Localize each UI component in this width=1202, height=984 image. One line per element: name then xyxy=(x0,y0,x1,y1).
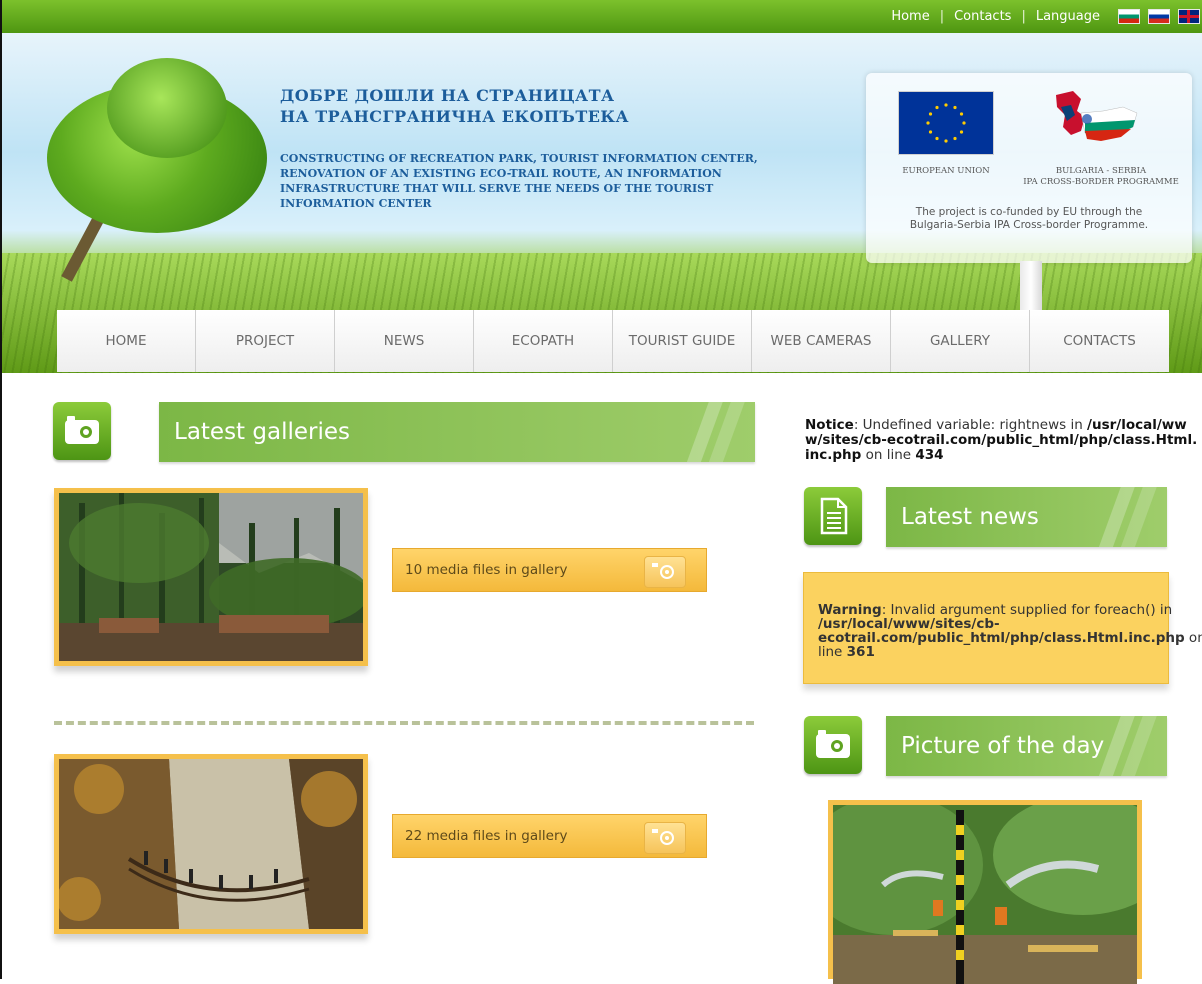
site-subtitle: CONSTRUCTING OF RECREATION PARK, TOURIST… xyxy=(280,151,840,211)
cofunding-text: The project is co-funded by EU through t… xyxy=(876,206,1182,232)
camera-icon xyxy=(53,402,111,460)
bulgarian-flag-icon[interactable] xyxy=(1118,9,1140,24)
latest-galleries-title: Latest galleries xyxy=(174,419,350,445)
nav-item-project[interactable]: PROJECT xyxy=(196,310,335,372)
tree-icon xyxy=(47,58,267,233)
bulgaria-serbia-map-icon xyxy=(1056,91,1138,141)
subtitle-line: INFORMATION CENTER xyxy=(280,197,432,210)
latest-news-heading: Latest news xyxy=(886,487,1167,547)
cofunding-line: The project is co-funded by EU through t… xyxy=(915,206,1143,218)
php-warning: Warning: Invalid argument supplied for f… xyxy=(803,572,1202,684)
nav-item-web-cameras[interactable]: WEB CAMERAS xyxy=(752,310,891,372)
warning-line-number: 361 xyxy=(846,644,875,660)
eu-funding-panel: EUROPEAN UNION BULGARIA - SERBIA IPA CRO… xyxy=(866,73,1192,263)
subtitle-line: CONSTRUCTING OF RECREATION PARK, TOURIST… xyxy=(280,152,758,165)
russian-flag-icon[interactable] xyxy=(1148,9,1170,24)
gallery-thumbnail-1[interactable] xyxy=(54,488,368,666)
site-title: ДОБРЕ ДОШЛИ НА СТРАНИЦАТА НА ТРАНСГРАНИЧ… xyxy=(280,85,840,127)
subtitle-line: RENOVATION OF AN EXISTING ECO-TRAIL ROUT… xyxy=(280,167,722,180)
nav-item-contacts[interactable]: CONTACTS xyxy=(1030,310,1169,372)
top-link-language: Language xyxy=(1035,9,1100,24)
gallery-thumbnail-2[interactable] xyxy=(54,754,368,934)
latest-news-title: Latest news xyxy=(901,504,1039,530)
notice-text: : Undefined variable: rightnews in xyxy=(853,417,1083,433)
eu-flag-icon xyxy=(898,91,994,155)
picture-of-day-image[interactable] xyxy=(828,800,1142,984)
ipa-label-line: BULGARIA - SERBIA xyxy=(1055,166,1147,176)
uk-flag-icon[interactable] xyxy=(1178,9,1200,24)
notice-label: Notice xyxy=(805,417,854,433)
site-title-line: НА ТРАНСГРАНИЧНА ЕКОПЪТЕКА xyxy=(280,107,629,126)
php-notice: Notice: Undefined variable: rightnews in… xyxy=(805,418,1200,463)
notice-line-number: 434 xyxy=(915,447,944,463)
latest-galleries-heading: Latest galleries xyxy=(159,402,755,462)
nav-item-news[interactable]: NEWS xyxy=(335,310,474,372)
camera-icon xyxy=(644,556,686,588)
camera-icon xyxy=(804,716,862,774)
subtitle-line: INFRASTRUCTURE THAT WILL SERVE THE NEEDS… xyxy=(280,182,714,195)
top-bar: Home | Contacts | Language xyxy=(2,0,1202,33)
site-title-line: ДОБРЕ ДОШЛИ НА СТРАНИЦАТА xyxy=(280,86,615,105)
ipa-label-line: IPA CROSS-BORDER PROGRAMME xyxy=(1023,177,1179,187)
warning-text: Warning: Invalid argument supplied for f… xyxy=(818,603,1202,659)
camera-icon xyxy=(644,822,686,854)
main-nav: HOME PROJECT NEWS ECOPATH TOURIST GUIDE … xyxy=(57,310,1169,372)
gallery-media-count-2[interactable]: 22 media files in gallery xyxy=(392,814,707,858)
document-icon xyxy=(804,487,862,545)
eu-label: EUROPEAN UNION xyxy=(902,166,990,176)
top-link-contacts[interactable]: Contacts xyxy=(944,9,1021,24)
nav-item-gallery[interactable]: GALLERY xyxy=(891,310,1030,372)
warning-path: /usr/local/www/sites/cb-ecotrail.com/pub… xyxy=(818,616,1185,646)
cofunding-line: Bulgaria-Serbia IPA Cross-border Program… xyxy=(909,219,1149,231)
top-link-home[interactable]: Home xyxy=(881,9,939,24)
nav-item-home[interactable]: HOME xyxy=(57,310,196,372)
nav-item-tourist-guide[interactable]: TOURIST GUIDE xyxy=(613,310,752,372)
nav-item-ecopath[interactable]: ECOPATH xyxy=(474,310,613,372)
picture-of-day-heading: Picture of the day xyxy=(886,716,1167,776)
media-count-text: 22 media files in gallery xyxy=(405,828,568,844)
gallery-media-count-1[interactable]: 10 media files in gallery xyxy=(392,548,707,592)
notice-line-text: on line xyxy=(865,447,916,463)
media-count-text: 10 media files in gallery xyxy=(405,562,568,578)
ipa-label: BULGARIA - SERBIA IPA CROSS-BORDER PROGR… xyxy=(1016,166,1186,188)
picture-of-day-title: Picture of the day xyxy=(901,733,1105,759)
gallery-divider xyxy=(54,721,754,725)
top-links: Home | Contacts | Language xyxy=(881,0,1200,33)
